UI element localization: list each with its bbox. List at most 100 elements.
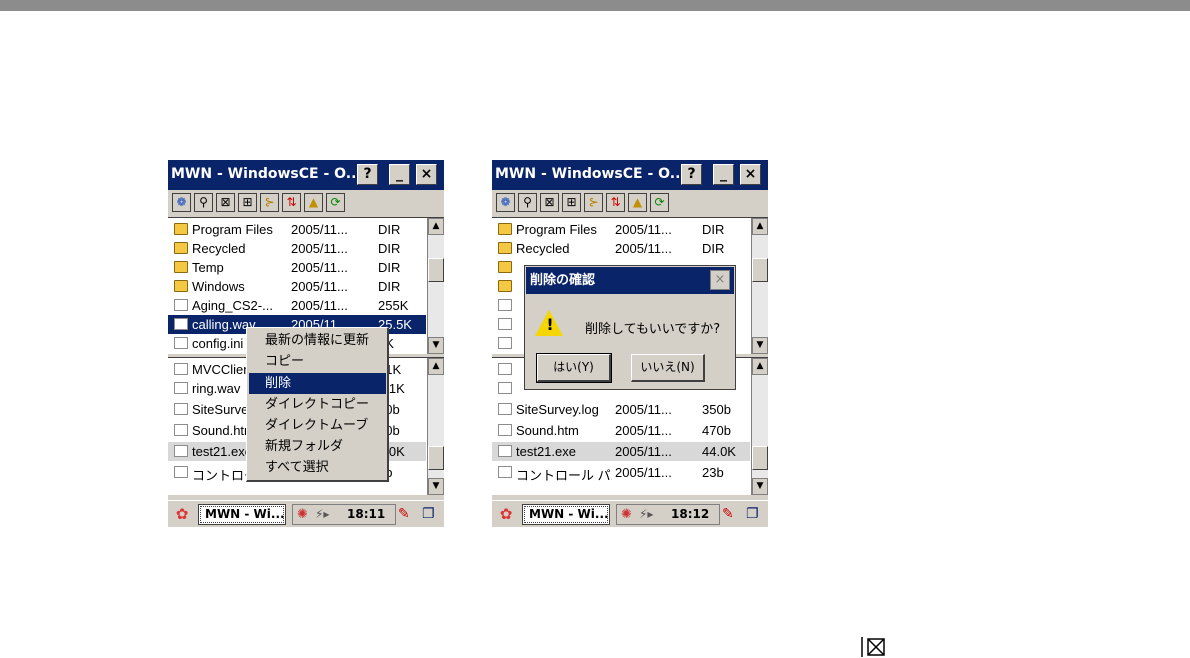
no-button[interactable]: いいえ(N) [631, 354, 705, 382]
tree-icon[interactable]: ⊱ [584, 193, 603, 212]
menu-item-refresh[interactable]: 最新の情報に更新 [249, 330, 386, 351]
list-item[interactable]: Recycled 2005/11... DIR [492, 239, 750, 258]
menu-item-delete[interactable]: 削除 [249, 373, 386, 394]
minimize-button[interactable]: _ [713, 164, 734, 185]
scrollbar[interactable]: ▲ ▼ [751, 358, 768, 495]
toolbar: ❁ ⚲ ⊠ ⊞ ⊱ ⇅ ▲ ⟳ [492, 191, 768, 213]
keyboard-icon[interactable]: ✎ [398, 506, 410, 522]
window-switch-icon[interactable]: ❐ [422, 506, 435, 522]
top-rule [0, 0, 1190, 11]
list-item[interactable]: Windows 2005/11... DIR [168, 277, 426, 296]
window-title: MWN - WindowsCE - O... [171, 166, 362, 182]
list-item[interactable]: test21.exe 2005/11... 44.0K [492, 442, 750, 461]
scroll-down-icon[interactable]: ▼ [428, 478, 444, 495]
file-icon [498, 445, 512, 457]
file-icon [174, 299, 188, 311]
file-icon [174, 424, 188, 436]
screen-context-menu: MWN - WindowsCE - O... ? _ × ❁ ⚲ ⊠ ⊞ ⊱ ⇅… [168, 160, 444, 527]
folder-icon [174, 280, 188, 292]
file-icon [174, 466, 188, 478]
clock[interactable]: 18:12 [671, 507, 709, 521]
network-icon[interactable]: ✺ [297, 507, 308, 522]
list-item[interactable]: Program Files 2005/11... DIR [168, 220, 426, 239]
folder-icon [498, 223, 512, 235]
list-item[interactable]: コントロール パ... 2005/11... 23b [492, 463, 750, 483]
file-icon [498, 299, 512, 311]
list-item[interactable]: Program Files 2005/11... DIR [492, 220, 750, 239]
dialog-close-button[interactable]: × [710, 270, 730, 290]
scroll-up-icon[interactable]: ▲ [428, 218, 444, 235]
scroll-thumb[interactable] [752, 446, 768, 470]
folder-up-icon[interactable]: ▲ [628, 193, 647, 212]
file-icon [174, 382, 188, 394]
folder-icon [498, 280, 512, 292]
help-button[interactable]: ? [681, 164, 702, 185]
yes-button[interactable]: はい(Y) [536, 353, 612, 383]
menu-item-new-folder[interactable]: 新規フォルダ [249, 436, 386, 457]
list-item[interactable]: SiteSurvey.log 2005/11... 350b [492, 400, 750, 419]
task-button[interactable]: MWN - Wi... [198, 504, 286, 525]
start-icon[interactable]: ✿ [494, 504, 518, 524]
help-button[interactable]: ? [357, 164, 378, 185]
file-icon [174, 445, 188, 457]
title-bar: MWN - WindowsCE - O... ? _ × [492, 160, 768, 190]
globe-icon[interactable]: ❁ [172, 193, 191, 212]
folder-icon [174, 261, 188, 273]
scrollbar[interactable]: ▲ ▼ [751, 218, 768, 354]
scroll-thumb[interactable] [428, 258, 444, 282]
key-icon[interactable]: ⚲ [518, 193, 537, 212]
scroll-down-icon[interactable]: ▼ [428, 337, 444, 354]
delete-confirm-dialog: 削除の確認 × ! 削除してもいいですか? はい(Y) いいえ(N) [524, 265, 736, 390]
delete-icon[interactable]: ⊠ [540, 193, 559, 212]
menu-item-select-all[interactable]: すべて選択 [249, 457, 386, 478]
list-item[interactable]: Recycled 2005/11... DIR [168, 239, 426, 258]
list-item[interactable]: Sound.htm 2005/11... 470b [492, 421, 750, 440]
key-icon[interactable]: ⚲ [194, 193, 213, 212]
scroll-up-icon[interactable]: ▲ [752, 218, 768, 235]
file-icon [174, 363, 188, 375]
window-title: MWN - WindowsCE - O... [495, 166, 686, 182]
file-icon [498, 403, 512, 415]
file-icon [174, 318, 188, 330]
menu-item-direct-copy[interactable]: ダイレクトコピー [249, 394, 386, 415]
split-icon[interactable]: ⊞ [562, 193, 581, 212]
task-button[interactable]: MWN - Wi... [522, 504, 610, 525]
delete-icon[interactable]: ⊠ [216, 193, 235, 212]
clock[interactable]: 18:11 [347, 507, 385, 521]
power-icon[interactable]: ⚡▸ [639, 507, 653, 521]
scroll-down-icon[interactable]: ▼ [752, 478, 768, 495]
window-switch-icon[interactable]: ❐ [746, 506, 759, 522]
power-icon[interactable]: ⚡▸ [315, 507, 329, 521]
scroll-thumb[interactable] [752, 258, 768, 282]
scroll-down-icon[interactable]: ▼ [752, 337, 768, 354]
taskbar: ✿ MWN - Wi... ✺ ⚡▸ 18:11 ✎ ❐ [168, 500, 444, 527]
close-button[interactable]: × [740, 164, 761, 185]
sort-icon[interactable]: ⇅ [606, 193, 625, 212]
keyboard-icon[interactable]: ✎ [722, 506, 734, 522]
menu-item-direct-move[interactable]: ダイレクトムーブ [249, 415, 386, 436]
folder-up-icon[interactable]: ▲ [304, 193, 323, 212]
start-icon[interactable]: ✿ [170, 504, 194, 524]
network-icon[interactable]: ✺ [621, 507, 632, 522]
split-icon[interactable]: ⊞ [238, 193, 257, 212]
delete-icon [861, 637, 885, 657]
scroll-up-icon[interactable]: ▲ [428, 358, 444, 375]
tree-icon[interactable]: ⊱ [260, 193, 279, 212]
refresh-icon[interactable]: ⟳ [326, 193, 345, 212]
minimize-button[interactable]: _ [389, 164, 410, 185]
folder-icon [498, 242, 512, 254]
scroll-up-icon[interactable]: ▲ [752, 358, 768, 375]
list-item[interactable]: Temp 2005/11... DIR [168, 258, 426, 277]
menu-item-copy[interactable]: コピー [249, 351, 386, 372]
title-bar: MWN - WindowsCE - O... ? _ × [168, 160, 444, 190]
list-item[interactable]: Aging_CS2-... 2005/11... 255K [168, 296, 426, 315]
scrollbar[interactable]: ▲ ▼ [427, 218, 444, 354]
sort-icon[interactable]: ⇅ [282, 193, 301, 212]
close-button[interactable]: × [416, 164, 437, 185]
dialog-title: 削除の確認 [526, 267, 734, 294]
globe-icon[interactable]: ❁ [496, 193, 515, 212]
scroll-thumb[interactable] [428, 446, 444, 470]
refresh-icon[interactable]: ⟳ [650, 193, 669, 212]
scrollbar[interactable]: ▲ ▼ [427, 358, 444, 495]
file-icon [498, 466, 512, 478]
